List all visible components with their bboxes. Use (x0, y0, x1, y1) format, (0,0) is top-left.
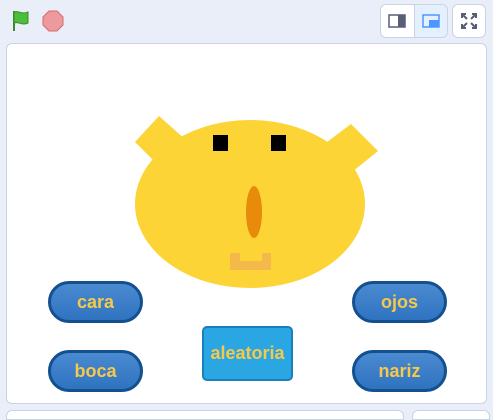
nariz-button[interactable]: nariz (352, 350, 447, 392)
aleatoria-button[interactable]: aleatoria (202, 326, 293, 381)
cara-button[interactable]: cara (48, 281, 143, 323)
stage-header (0, 0, 493, 42)
small-stage-icon[interactable] (381, 5, 414, 37)
green-flag-icon[interactable] (8, 8, 34, 34)
nose (246, 186, 262, 238)
boca-button[interactable]: boca (48, 350, 143, 392)
stage-pane-edge (412, 410, 490, 420)
ojos-button[interactable]: ojos (352, 281, 447, 323)
right-eye (271, 135, 286, 151)
fullscreen-icon[interactable] (452, 4, 486, 38)
stop-icon[interactable] (40, 8, 66, 34)
stage-size-toggle (380, 4, 448, 38)
stage-canvas: cara ojos boca nariz aleatoria (6, 43, 487, 404)
left-eye (213, 135, 228, 151)
normal-stage-icon[interactable] (413, 5, 447, 37)
sprite-pane-edge (6, 410, 404, 420)
